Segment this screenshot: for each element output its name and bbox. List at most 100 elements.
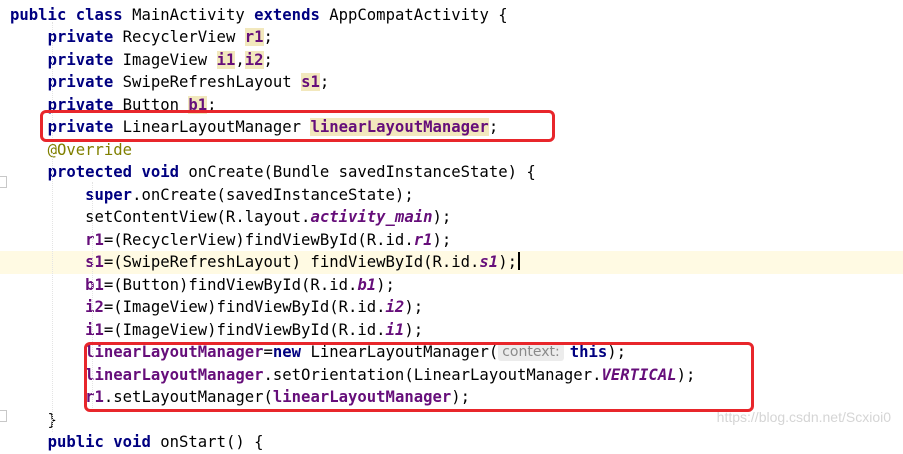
code-line[interactable]: public class MainActivity extends AppCom… <box>0 4 903 27</box>
text-caret <box>517 252 520 270</box>
code-line[interactable]: i1=(ImageView)findViewById(R.id.i1); <box>0 319 903 342</box>
code-token: public void <box>47 433 161 451</box>
code-token: onStart() { <box>160 433 264 451</box>
code-token: SwipeRefreshLayout <box>122 73 302 91</box>
code-token: linearLayoutManager <box>85 343 264 361</box>
code-token: ImageView <box>122 50 217 69</box>
code-line[interactable]: i2=(ImageView)findViewById(R.id.i2); <box>0 296 903 319</box>
code-token: r1 <box>85 388 104 406</box>
code-token: i2 <box>385 298 405 316</box>
code-token: LinearLayoutManager <box>122 118 311 136</box>
code-token: ); <box>376 275 395 294</box>
code-token: ); <box>607 343 627 361</box>
code-token: private <box>47 73 123 91</box>
code-token: = <box>263 343 273 361</box>
indent-guide <box>92 182 93 408</box>
code-line[interactable]: linearLayoutManager=new LinearLayoutMana… <box>0 341 903 364</box>
code-token: Button <box>122 95 189 114</box>
code-token: private <box>47 118 123 136</box>
fold-marker-icon[interactable] <box>0 410 7 422</box>
code-line[interactable]: protected void onCreate(Bundle savedInst… <box>0 161 903 184</box>
code-token: i2 <box>244 50 264 69</box>
code-token: protected void <box>47 163 189 181</box>
code-token: ); <box>432 208 452 226</box>
code-token: =(RecyclerView)findViewById(R.id. <box>103 230 414 249</box>
code-token: VERTICAL <box>601 365 677 384</box>
code-token: .setLayoutManager( <box>103 388 273 406</box>
code-token: i1 <box>216 50 236 69</box>
code-line[interactable]: r1.setLayoutManager(linearLayoutManager)… <box>0 386 903 409</box>
indent-guide <box>52 22 53 432</box>
code-token: .onCreate(savedInstanceState); <box>132 185 414 204</box>
code-token: b1 <box>357 275 377 294</box>
code-token: extends <box>254 5 330 24</box>
code-token: this <box>569 343 608 361</box>
code-token: .setOrientation(LinearLayoutManager. <box>263 365 602 384</box>
code-token: b1 <box>188 95 208 114</box>
code-token: linearLayoutManager <box>272 388 452 406</box>
code-line[interactable]: setContentView(R.layout.activity_main); <box>0 206 903 229</box>
code-editor[interactable]: public class MainActivity extends AppCom… <box>0 0 903 451</box>
code-line[interactable]: linearLayoutManager.setOrientation(Linea… <box>0 364 903 387</box>
code-token: public class <box>10 5 133 24</box>
code-line[interactable]: b1=(Button)findViewById(R.id.b1); <box>0 274 903 297</box>
code-line[interactable]: private Button b1; <box>0 94 903 117</box>
code-token: ); <box>498 253 517 271</box>
code-line[interactable]: @Override <box>0 139 903 162</box>
code-token: new <box>272 343 311 361</box>
code-token: private <box>47 50 123 69</box>
code-token: =(SwipeRefreshLayout) findViewById(R.id. <box>103 253 480 271</box>
code-token: ; <box>263 28 273 46</box>
code-token: setContentView(R.layout. <box>10 208 311 226</box>
code-token: ); <box>676 365 696 384</box>
fold-marker-icon[interactable] <box>0 176 7 188</box>
code-token: ; <box>319 73 330 91</box>
code-token: r1 <box>244 28 264 46</box>
code-line[interactable]: super.onCreate(savedInstanceState); <box>0 184 903 207</box>
code-line[interactable]: private SwipeRefreshLayout s1; <box>0 71 903 94</box>
code-token: } <box>10 410 57 429</box>
code-token: ); <box>404 298 424 316</box>
code-token: MainActivity <box>132 5 255 24</box>
code-token: s1 <box>85 253 104 271</box>
code-token: =(ImageView)findViewById(R.id. <box>103 320 386 339</box>
code-token: private <box>47 28 123 46</box>
code-token: ); <box>404 320 424 339</box>
code-token: ); <box>451 388 471 406</box>
code-token: activity_main <box>310 208 433 226</box>
code-token: =(Button)findViewById(R.id. <box>103 275 358 294</box>
code-line[interactable]: private ImageView i1,i2; <box>0 49 903 72</box>
code-line[interactable]: s1=(SwipeRefreshLayout) findViewById(R.i… <box>0 251 903 274</box>
code-token: ; <box>263 50 273 69</box>
parameter-hint: context: <box>498 343 564 361</box>
code-token: linearLayoutManager <box>310 118 489 136</box>
code-token: AppCompatActivity { <box>329 5 508 24</box>
code-token: i1 <box>385 320 405 339</box>
code-token: linearLayoutManager <box>85 365 264 384</box>
code-token: b1 <box>85 275 104 294</box>
code-line[interactable]: private LinearLayoutManager linearLayout… <box>0 116 903 139</box>
code-token: , <box>235 50 245 69</box>
code-token: r1 <box>413 230 433 249</box>
code-token: i2 <box>85 298 104 316</box>
code-line[interactable]: r1=(RecyclerView)findViewById(R.id.r1); <box>0 229 903 252</box>
code-line[interactable]: public void onStart() { <box>0 431 903 454</box>
code-line[interactable]: private RecyclerView r1; <box>0 26 903 49</box>
code-token: ; <box>207 95 217 114</box>
